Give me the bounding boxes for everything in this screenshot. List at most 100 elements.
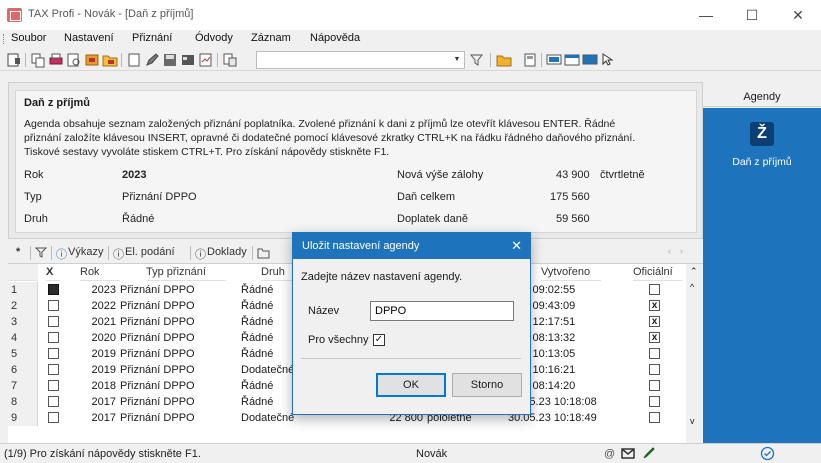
- folder-dropdown-icon[interactable]: [496, 52, 512, 68]
- name-input[interactable]: [370, 301, 514, 321]
- menu-napoveda[interactable]: Nápověda: [310, 32, 360, 44]
- cell-typ: Přiznání DPPO: [120, 316, 195, 328]
- official-checkbox[interactable]: [649, 380, 660, 391]
- help-pointer-icon[interactable]: [600, 52, 616, 68]
- menu-zaznam[interactable]: Záznam: [251, 32, 291, 44]
- tab-el-podani[interactable]: El. podání: [125, 246, 175, 258]
- filter-doc-icon[interactable]: [222, 52, 238, 68]
- name-label: Název: [308, 305, 340, 317]
- filter-icon[interactable]: [35, 246, 48, 259]
- select-checkbox[interactable]: [48, 316, 59, 327]
- official-checkbox[interactable]: [649, 364, 660, 375]
- toolbar-separator: [490, 53, 491, 67]
- info-icon: ⓘ: [113, 249, 124, 261]
- select-checkbox[interactable]: [48, 364, 59, 375]
- official-checkbox[interactable]: x: [649, 300, 660, 311]
- ok-button[interactable]: OK: [376, 373, 446, 397]
- status-bar: (1/9) Pro získání nápovědy stiskněte F1.…: [0, 443, 821, 463]
- for-all-checkbox[interactable]: ✓: [373, 334, 385, 346]
- folder-icon[interactable]: [257, 247, 270, 259]
- official-checkbox[interactable]: [649, 412, 660, 423]
- collapse-icon[interactable]: ⌃: [690, 266, 698, 277]
- official-checkbox[interactable]: [649, 348, 660, 359]
- tax-agenda-icon[interactable]: Ž: [750, 122, 774, 146]
- print-icon[interactable]: [48, 52, 64, 68]
- sign-icon[interactable]: [642, 447, 655, 460]
- tab-vykazy[interactable]: Výkazy: [68, 246, 103, 258]
- scroll-up-icon[interactable]: ^: [690, 282, 694, 292]
- tab-separator: [30, 246, 31, 260]
- menu-priznani[interactable]: Přiznání: [132, 32, 172, 44]
- cell-typ: Přiznání DPPO: [120, 332, 195, 344]
- document-icon[interactable]: [126, 52, 142, 68]
- dan-value: 175 560: [550, 191, 590, 203]
- dialog-close-button[interactable]: ✕: [511, 233, 522, 259]
- select-checkbox[interactable]: [48, 284, 59, 295]
- typ-label: Typ: [24, 191, 42, 203]
- report-icon[interactable]: [198, 52, 214, 68]
- close-button[interactable]: ✕: [775, 0, 821, 30]
- row-number: 5: [8, 346, 38, 362]
- select-checkbox[interactable]: [48, 396, 59, 407]
- select-checkbox[interactable]: [48, 380, 59, 391]
- window-icon[interactable]: [564, 52, 580, 68]
- maximize-button[interactable]: ☐: [729, 0, 775, 30]
- vertical-scrollbar[interactable]: ⌃ ^ v: [686, 264, 703, 443]
- new-record-icon[interactable]: [6, 52, 22, 68]
- select-checkbox[interactable]: [48, 300, 59, 311]
- select-checkbox[interactable]: [48, 412, 59, 423]
- row-number-header: [8, 264, 38, 281]
- column-header-typ[interactable]: Typ přiznání: [146, 264, 226, 281]
- minimize-button[interactable]: —: [683, 0, 729, 30]
- menu-nastaveni[interactable]: Nastavení: [64, 32, 114, 44]
- column-header-x[interactable]: X: [46, 264, 60, 281]
- tab-scroll-right-icon[interactable]: ›: [680, 246, 683, 256]
- cell-typ: Přiznání DPPO: [120, 412, 195, 424]
- save-agenda-settings-dialog: Uložit nastavení agendy ✕ Zadejte název …: [292, 232, 531, 415]
- scroll-down-icon[interactable]: v: [690, 416, 695, 426]
- official-checkbox[interactable]: [649, 396, 660, 407]
- display-icon[interactable]: [582, 52, 598, 68]
- quick-search-combo[interactable]: ▼: [256, 51, 465, 69]
- preview-icon[interactable]: [66, 52, 82, 68]
- export-icon[interactable]: [84, 52, 100, 68]
- chevron-down-icon[interactable]: ▼: [450, 52, 464, 68]
- official-checkbox[interactable]: x: [649, 316, 660, 327]
- save-icon[interactable]: [162, 52, 178, 68]
- cell-typ: Přiznání DPPO: [120, 396, 195, 408]
- cell-rok: 2017: [91, 396, 116, 408]
- tab-doklady[interactable]: Doklady: [207, 246, 247, 258]
- open-folder-icon[interactable]: [102, 52, 118, 68]
- select-checkbox[interactable]: [48, 332, 59, 343]
- cell-typ: Přiznání DPPO: [120, 364, 195, 376]
- official-checkbox[interactable]: [649, 284, 660, 295]
- monitor-icon[interactable]: [546, 52, 562, 68]
- dialog-prompt: Zadejte název nastavení agendy.: [301, 271, 463, 283]
- mail-icon[interactable]: [621, 448, 635, 459]
- column-header-oficialni[interactable]: Oficiální: [633, 264, 683, 281]
- table-icon[interactable]: [180, 52, 196, 68]
- cell-typ: Přiznání DPPO: [120, 348, 195, 360]
- menu-odvody[interactable]: Ódvody: [195, 32, 233, 44]
- filter-icon[interactable]: [469, 52, 485, 68]
- cell-typ: Přiznání DPPO: [120, 300, 195, 312]
- cell-rok: 2023: [91, 284, 116, 296]
- copy-icon[interactable]: [30, 52, 46, 68]
- tab-scroll-left-icon[interactable]: ‹: [668, 246, 671, 256]
- agenda-item-dan-z-prijmu[interactable]: Daň z příjmů: [703, 156, 821, 168]
- cancel-button[interactable]: Storno: [452, 373, 522, 397]
- menu-soubor[interactable]: Soubor: [11, 32, 46, 44]
- official-checkbox[interactable]: x: [649, 332, 660, 343]
- cell-rok: 2019: [91, 364, 116, 376]
- edit-icon[interactable]: [144, 52, 160, 68]
- tab-favorites[interactable]: *: [16, 246, 20, 258]
- row-number: 3: [8, 314, 38, 330]
- rok-label: Rok: [24, 169, 44, 181]
- for-all-label: Pro všechny: [308, 334, 369, 346]
- row-number: 8: [8, 394, 38, 410]
- column-header-rok[interactable]: Rok: [80, 264, 120, 281]
- column-header-vytvoreno[interactable]: Vytvořeno: [541, 264, 601, 281]
- select-checkbox[interactable]: [48, 348, 59, 359]
- calculator-icon[interactable]: [522, 52, 538, 68]
- row-number: 6: [8, 362, 38, 378]
